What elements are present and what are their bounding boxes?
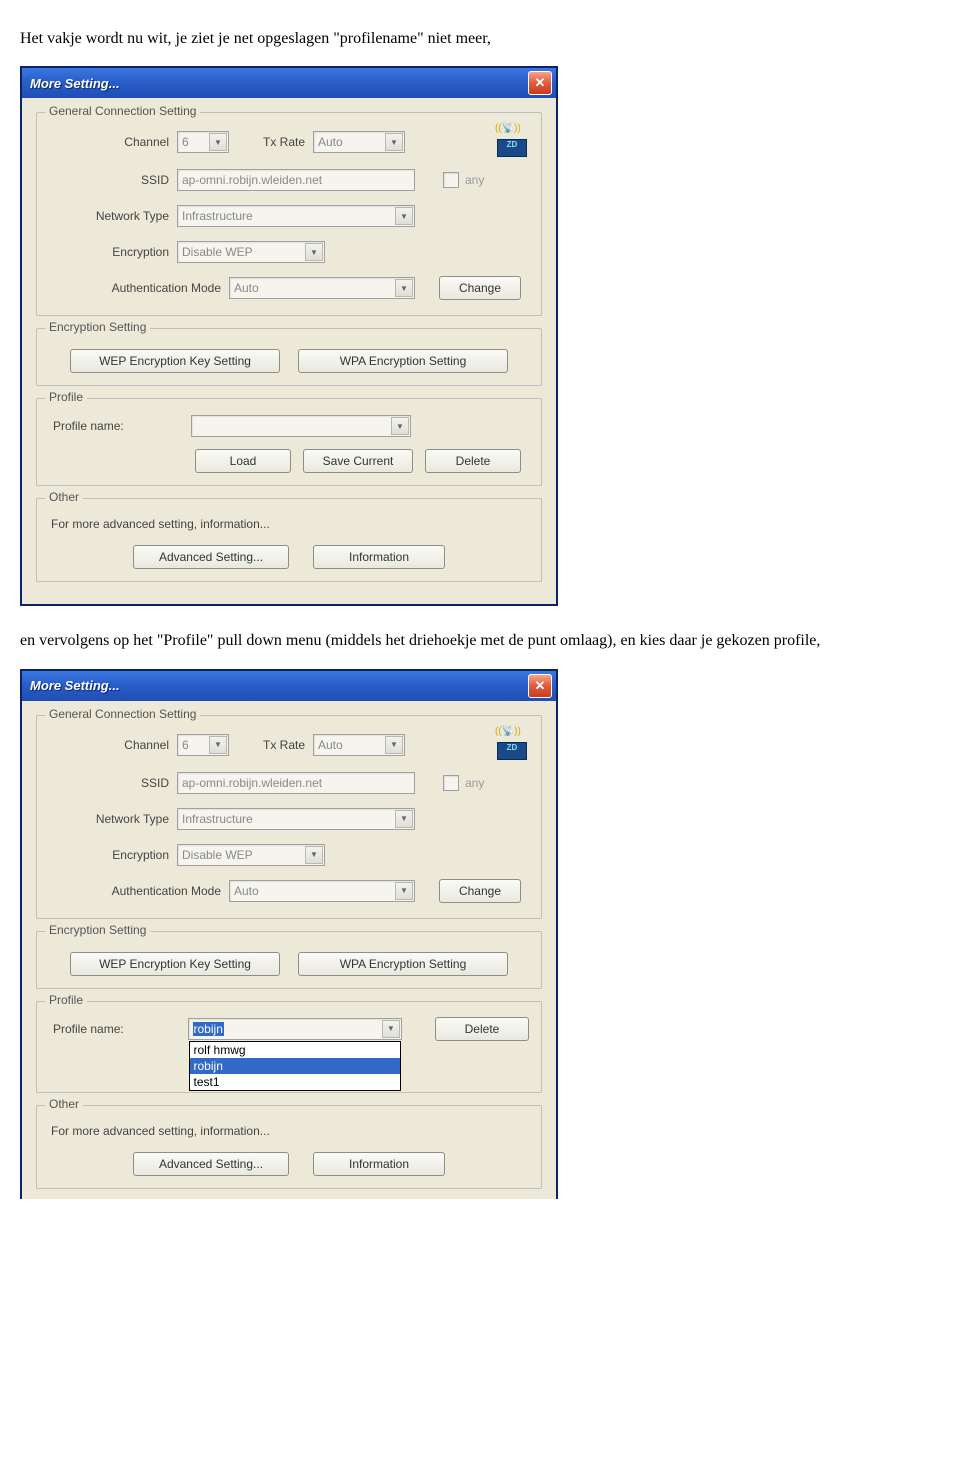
group-encryption-setting: Encryption Setting WEP Encryption Key Se…	[36, 931, 542, 989]
profile-name-label: Profile name:	[49, 419, 191, 433]
group-profile: Profile Profile name: ▼ Load Save Curren…	[36, 398, 542, 486]
group-profile: Profile Profile name: robijn ▼ rolf hmwg…	[36, 1001, 542, 1093]
group-title-encryption: Encryption Setting	[45, 923, 150, 937]
dropdown-option[interactable]: rolf hmwg	[190, 1042, 400, 1058]
information-button[interactable]: Information	[313, 545, 445, 569]
authmode-select: Auto▼	[229, 880, 415, 902]
txrate-select: Auto▼	[313, 734, 405, 756]
group-other: Other For more advanced setting, informa…	[36, 498, 542, 582]
dialog-more-setting-2: More Setting... ✕ General Connection Set…	[20, 669, 558, 1199]
paragraph-1: Het vakje wordt nu wit, je ziet je net o…	[20, 28, 940, 50]
encryption-label: Encryption	[49, 245, 177, 259]
load-button[interactable]: Load	[195, 449, 291, 473]
group-title-profile: Profile	[45, 390, 87, 404]
delete-button[interactable]: Delete	[425, 449, 521, 473]
authmode-select: Auto▼	[229, 277, 415, 299]
dialog-body: General Connection Setting Channel 6▼ Tx…	[22, 98, 556, 604]
ssid-field: ap-omni.robijn.wleiden.net	[177, 772, 415, 794]
information-button[interactable]: Information	[313, 1152, 445, 1176]
advanced-setting-button[interactable]: Advanced Setting...	[133, 545, 289, 569]
change-button[interactable]: Change	[439, 276, 521, 300]
chevron-down-icon: ▼	[395, 882, 413, 900]
wpa-button[interactable]: WPA Encryption Setting	[298, 952, 508, 976]
advanced-setting-button[interactable]: Advanced Setting...	[133, 1152, 289, 1176]
chevron-down-icon: ▼	[395, 279, 413, 297]
paragraph-2: en vervolgens op het "Profile" pull down…	[20, 630, 940, 652]
profile-name-combobox[interactable]: ▼	[191, 415, 411, 437]
titlebar[interactable]: More Setting... ✕	[22, 671, 556, 701]
channel-label: Channel	[49, 135, 177, 149]
group-title-general: General Connection Setting	[45, 707, 200, 721]
nettype-label: Network Type	[49, 812, 177, 826]
dialog-more-setting-1: More Setting... ✕ General Connection Set…	[20, 66, 558, 606]
encryption-select: Disable WEP▼	[177, 241, 325, 263]
wep-key-button[interactable]: WEP Encryption Key Setting	[70, 349, 280, 373]
group-title-other: Other	[45, 1097, 83, 1111]
chevron-down-icon[interactable]: ▼	[382, 1020, 400, 1038]
channel-label: Channel	[49, 738, 177, 752]
chevron-down-icon: ▼	[305, 846, 323, 864]
titlebar-text: More Setting...	[30, 76, 120, 91]
group-title-other: Other	[45, 490, 83, 504]
any-label: any	[465, 173, 484, 187]
close-button[interactable]: ✕	[528, 674, 552, 698]
wep-key-button[interactable]: WEP Encryption Key Setting	[70, 952, 280, 976]
any-checkbox	[443, 172, 459, 188]
ssid-field: ap-omni.robijn.wleiden.net	[177, 169, 415, 191]
titlebar-text: More Setting...	[30, 678, 120, 693]
profile-name-label: Profile name:	[49, 1022, 188, 1036]
nettype-select: Infrastructure▼	[177, 808, 415, 830]
save-current-button[interactable]: Save Current	[303, 449, 413, 473]
chevron-down-icon: ▼	[385, 736, 403, 754]
profile-name-value: robijn	[193, 1022, 224, 1036]
close-button[interactable]: ✕	[528, 71, 552, 95]
encryption-select: Disable WEP▼	[177, 844, 325, 866]
authmode-label: Authentication Mode	[49, 884, 229, 898]
change-button[interactable]: Change	[439, 879, 521, 903]
chevron-down-icon: ▼	[209, 736, 227, 754]
profile-dropdown-list[interactable]: rolf hmwg robijn test1	[189, 1041, 401, 1091]
group-general-connection: General Connection Setting Channel 6▼ Tx…	[36, 112, 542, 316]
group-general-connection: General Connection Setting Channel 6▼ Tx…	[36, 715, 542, 919]
dialog-body: General Connection Setting Channel 6▼ Tx…	[22, 701, 556, 1199]
other-info-text: For more advanced setting, information..…	[51, 517, 529, 531]
wifi-device-icon: ZD	[493, 127, 529, 157]
encryption-label: Encryption	[49, 848, 177, 862]
wifi-device-icon: ZD	[493, 730, 529, 760]
dropdown-option[interactable]: test1	[190, 1074, 400, 1090]
txrate-select: Auto▼	[313, 131, 405, 153]
other-info-text: For more advanced setting, information..…	[51, 1124, 529, 1138]
chevron-down-icon: ▼	[385, 133, 403, 151]
txrate-label: Tx Rate	[229, 738, 313, 752]
dropdown-option[interactable]: robijn	[190, 1058, 400, 1074]
group-encryption-setting: Encryption Setting WEP Encryption Key Se…	[36, 328, 542, 386]
txrate-label: Tx Rate	[229, 135, 313, 149]
chevron-down-icon: ▼	[395, 810, 413, 828]
chevron-down-icon: ▼	[395, 207, 413, 225]
chevron-down-icon: ▼	[209, 133, 227, 151]
authmode-label: Authentication Mode	[49, 281, 229, 295]
group-other: Other For more advanced setting, informa…	[36, 1105, 542, 1189]
close-icon: ✕	[535, 75, 546, 91]
chevron-down-icon: ▼	[305, 243, 323, 261]
nettype-select: Infrastructure▼	[177, 205, 415, 227]
titlebar[interactable]: More Setting... ✕	[22, 68, 556, 98]
ssid-label: SSID	[49, 173, 177, 187]
channel-select: 6▼	[177, 131, 229, 153]
nettype-label: Network Type	[49, 209, 177, 223]
any-checkbox	[443, 775, 459, 791]
profile-name-combobox[interactable]: robijn ▼ rolf hmwg robijn test1	[188, 1018, 402, 1040]
channel-select: 6▼	[177, 734, 229, 756]
wpa-button[interactable]: WPA Encryption Setting	[298, 349, 508, 373]
group-title-general: General Connection Setting	[45, 104, 200, 118]
close-icon: ✕	[535, 678, 546, 694]
group-title-encryption: Encryption Setting	[45, 320, 150, 334]
delete-button[interactable]: Delete	[435, 1017, 529, 1041]
any-label: any	[465, 776, 484, 790]
group-title-profile: Profile	[45, 993, 87, 1007]
ssid-label: SSID	[49, 776, 177, 790]
chevron-down-icon[interactable]: ▼	[391, 417, 409, 435]
